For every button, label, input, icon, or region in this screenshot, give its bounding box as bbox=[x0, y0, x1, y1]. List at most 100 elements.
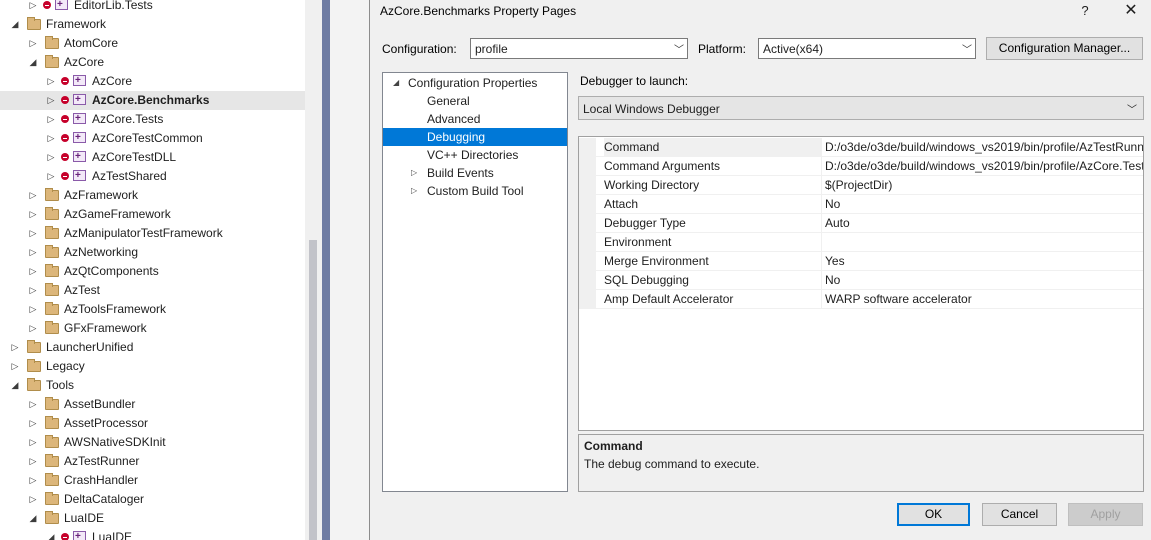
expand-arrow-icon[interactable]: ▷ bbox=[27, 205, 39, 224]
explorer-tree-item[interactable]: ▷ CrashHandler bbox=[0, 471, 305, 490]
platform-select[interactable]: Active(x64) ﹀ bbox=[758, 38, 976, 59]
property-category-item[interactable]: Debugging bbox=[383, 128, 567, 146]
explorer-tree-item[interactable]: ▷ AzQtComponents bbox=[0, 262, 305, 281]
property-value[interactable]: No bbox=[825, 195, 1143, 214]
expand-arrow-icon[interactable]: ▷ bbox=[27, 34, 39, 53]
explorer-tree-item[interactable]: ▷ AzTestShared bbox=[0, 166, 305, 186]
expand-arrow-icon[interactable]: ▷ bbox=[9, 338, 21, 357]
property-grid-row[interactable]: Merge Environment Yes bbox=[579, 252, 1143, 271]
explorer-tree-item[interactable]: ▷ AzManipulatorTestFramework bbox=[0, 224, 305, 243]
explorer-tree-item[interactable]: ▷ AzTestRunner bbox=[0, 452, 305, 471]
debugger-select[interactable]: Local Windows Debugger ﹀ bbox=[578, 96, 1144, 120]
panel-splitter[interactable] bbox=[322, 0, 330, 540]
explorer-tree-item[interactable]: ▷ AzNetworking bbox=[0, 243, 305, 262]
collapse-arrow-icon[interactable]: ◢ bbox=[393, 74, 403, 92]
explorer-tree-item[interactable]: ▷ Legacy bbox=[0, 357, 305, 376]
explorer-tree-item[interactable]: ◢ LuaIDE bbox=[0, 509, 305, 528]
expand-arrow-icon[interactable]: ▷ bbox=[27, 319, 39, 338]
apply-button[interactable]: Apply bbox=[1068, 503, 1143, 526]
property-value[interactable]: D:/o3de/o3de/build/windows_vs2019/bin/pr… bbox=[825, 157, 1143, 176]
expand-arrow-icon[interactable]: ▷ bbox=[27, 300, 39, 319]
collapse-arrow-icon[interactable]: ◢ bbox=[9, 15, 21, 34]
ok-button[interactable]: OK bbox=[897, 503, 970, 526]
explorer-tree-item[interactable]: ▷ AzCore.Benchmarks bbox=[0, 90, 305, 110]
property-grid-row[interactable]: Debugger Type Auto bbox=[579, 214, 1143, 233]
collapse-arrow-icon[interactable]: ◢ bbox=[45, 528, 57, 540]
expand-arrow-icon[interactable]: ▷ bbox=[27, 0, 39, 15]
expand-arrow-icon[interactable]: ▷ bbox=[45, 91, 57, 110]
explorer-tree-item[interactable]: ▷ AzTest bbox=[0, 281, 305, 300]
property-grid-row[interactable]: Amp Default Accelerator WARP software acc… bbox=[579, 290, 1143, 309]
expand-arrow-icon[interactable]: ▷ bbox=[27, 224, 39, 243]
explorer-tree-item[interactable]: ▷ EditorLib.Tests bbox=[0, 0, 305, 15]
explorer-tree-item[interactable]: ▷ AzCoreTestDLL bbox=[0, 147, 305, 167]
property-grid-row[interactable]: Environment bbox=[579, 233, 1143, 252]
property-value[interactable]: Auto bbox=[825, 214, 1143, 233]
expand-arrow-icon[interactable]: ▷ bbox=[27, 471, 39, 490]
expand-arrow-icon[interactable]: ▷ bbox=[27, 452, 39, 471]
explorer-tree-item[interactable]: ◢ Framework bbox=[0, 15, 305, 34]
expand-arrow-icon[interactable]: ▷ bbox=[27, 186, 39, 205]
explorer-tree-item[interactable]: ▷ AtomCore bbox=[0, 34, 305, 53]
expand-arrow-icon[interactable]: ▷ bbox=[27, 243, 39, 262]
collapse-arrow-icon[interactable]: ◢ bbox=[27, 509, 39, 528]
explorer-tree-item-label: Tools bbox=[46, 378, 75, 392]
explorer-tree-item[interactable]: ▷ GFxFramework bbox=[0, 319, 305, 338]
expand-arrow-icon[interactable]: ▷ bbox=[27, 414, 39, 433]
explorer-tree-item[interactable]: ▷ AWSNativeSDKInit bbox=[0, 433, 305, 452]
expand-arrow-icon[interactable]: ▷ bbox=[9, 357, 21, 376]
property-grid-row[interactable]: SQL Debugging No bbox=[579, 271, 1143, 290]
explorer-scrollbar[interactable] bbox=[305, 0, 322, 540]
expand-arrow-icon[interactable]: ▷ bbox=[45, 110, 57, 129]
collapse-arrow-icon[interactable]: ◢ bbox=[9, 376, 21, 395]
property-grid-row[interactable]: Command Arguments D:/o3de/o3de/build/wind… bbox=[579, 157, 1143, 176]
cancel-button[interactable]: Cancel bbox=[982, 503, 1057, 526]
property-value[interactable]: Yes bbox=[825, 252, 1143, 271]
property-category-item[interactable]: ▷ Build Events bbox=[383, 164, 567, 182]
property-category-item[interactable]: Advanced bbox=[383, 110, 567, 128]
help-button[interactable]: ? bbox=[1070, 0, 1100, 22]
expand-arrow-icon[interactable]: ▷ bbox=[45, 148, 57, 167]
property-value[interactable]: D:/o3de/o3de/build/windows_vs2019/bin/pr… bbox=[825, 138, 1143, 157]
explorer-tree-item[interactable]: ▷ AssetProcessor bbox=[0, 414, 305, 433]
expand-arrow-icon[interactable]: ▷ bbox=[45, 72, 57, 91]
explorer-tree-item[interactable]: ◢ AzCore bbox=[0, 53, 305, 72]
explorer-tree-item[interactable]: ▷ AzGameFramework bbox=[0, 205, 305, 224]
expand-arrow-icon[interactable]: ▷ bbox=[27, 281, 39, 300]
property-category-item[interactable]: ◢ Configuration Properties bbox=[383, 74, 567, 92]
explorer-tree-item[interactable]: ◢ Tools bbox=[0, 376, 305, 395]
expand-arrow-icon[interactable]: ▷ bbox=[27, 490, 39, 509]
explorer-tree-item[interactable]: ▷ AzCore bbox=[0, 71, 305, 91]
expand-arrow-icon[interactable]: ▷ bbox=[411, 182, 421, 200]
property-category-item[interactable]: VC++ Directories bbox=[383, 146, 567, 164]
explorer-tree-item[interactable]: ▷ AssetBundler bbox=[0, 395, 305, 414]
property-value[interactable]: No bbox=[825, 271, 1143, 290]
configuration-select[interactable]: profile ﹀ bbox=[470, 38, 688, 59]
configuration-manager-button[interactable]: Configuration Manager... bbox=[986, 37, 1143, 60]
expand-arrow-icon[interactable]: ▷ bbox=[27, 262, 39, 281]
excluded-status-icon bbox=[61, 115, 69, 123]
expand-arrow-icon[interactable]: ▷ bbox=[45, 129, 57, 148]
explorer-tree-item[interactable]: ▷ AzToolsFramework bbox=[0, 300, 305, 319]
expand-arrow-icon[interactable]: ▷ bbox=[27, 433, 39, 452]
property-grid: Command D:/o3de/o3de/build/windows_vs2019… bbox=[578, 136, 1144, 431]
close-icon[interactable]: ✕ bbox=[1116, 0, 1146, 22]
explorer-tree-item[interactable]: ▷ LauncherUnified bbox=[0, 338, 305, 357]
expand-arrow-icon[interactable]: ▷ bbox=[27, 395, 39, 414]
explorer-tree-item[interactable]: ▷ AzFramework bbox=[0, 186, 305, 205]
property-category-item[interactable]: ▷ Custom Build Tool bbox=[383, 182, 567, 200]
explorer-tree-item[interactable]: ▷ AzCore.Tests bbox=[0, 109, 305, 129]
explorer-tree-item[interactable]: ▷ AzCoreTestCommon bbox=[0, 128, 305, 148]
expand-arrow-icon[interactable]: ▷ bbox=[411, 164, 421, 182]
property-grid-row[interactable]: Attach No bbox=[579, 195, 1143, 214]
property-value[interactable]: $(ProjectDir) bbox=[825, 176, 1143, 195]
collapse-arrow-icon[interactable]: ◢ bbox=[27, 53, 39, 72]
expand-arrow-icon[interactable]: ▷ bbox=[45, 167, 57, 186]
property-grid-row[interactable]: Command D:/o3de/o3de/build/windows_vs2019… bbox=[579, 138, 1143, 157]
property-value[interactable]: WARP software accelerator bbox=[825, 290, 1143, 309]
scrollbar-thumb[interactable] bbox=[309, 240, 317, 540]
explorer-tree-item[interactable]: ◢ LuaIDE bbox=[0, 527, 305, 540]
property-category-item[interactable]: General bbox=[383, 92, 567, 110]
property-grid-row[interactable]: Working Directory $(ProjectDir) bbox=[579, 176, 1143, 195]
explorer-tree-item[interactable]: ▷ DeltaCataloger bbox=[0, 490, 305, 509]
